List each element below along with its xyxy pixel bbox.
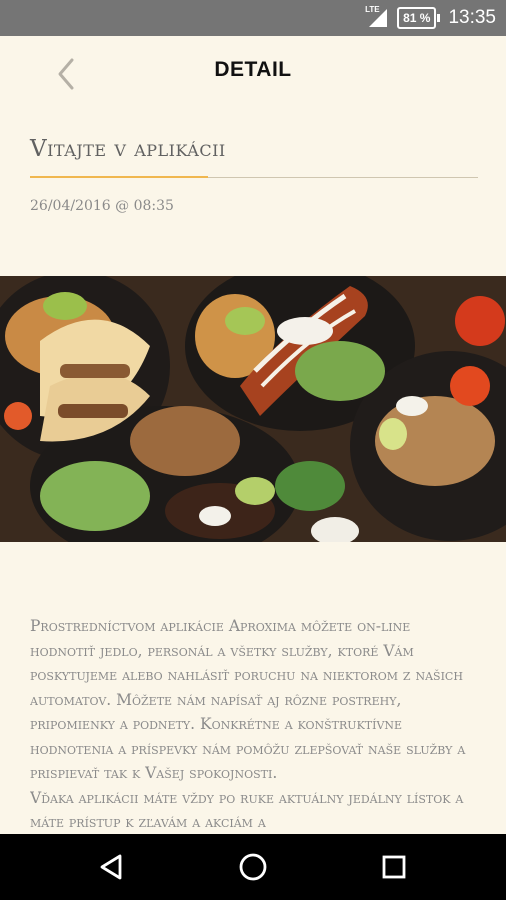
article-paragraph: Prostredníctvom aplikácie Aproxima môžet… [30,617,466,782]
nav-home-button[interactable] [231,845,275,889]
clock: 13:35 [448,7,496,28]
status-bar: LTE 81 % 13:35 [0,0,506,36]
food-photo [0,276,506,542]
back-triangle-icon [100,854,122,880]
article-body: Prostredníctvom aplikácie Aproxima môžet… [30,614,478,834]
network-type-label: LTE [365,5,380,14]
nav-back-button[interactable] [90,845,134,889]
nav-recents-button[interactable] [372,845,416,889]
recents-square-icon [382,855,406,879]
navigation-bar [0,834,506,900]
article-date: 26/04/2016 @ 08:35 [30,198,174,214]
article-heading: Vitajte v aplikácii [30,136,226,162]
page-title: DETAIL [214,58,292,81]
article-paragraph: Vďaka aplikácii máte vždy po ruke aktuál… [30,788,464,832]
battery-icon: 81 % [397,7,441,29]
status-icons: LTE 81 % 13:35 [365,0,496,36]
heading-divider [30,176,478,179]
toolbar: DETAIL [0,36,506,114]
battery-level: 81 % [403,11,431,25]
home-circle-icon [239,853,267,881]
signal-icon: LTE [365,5,389,29]
